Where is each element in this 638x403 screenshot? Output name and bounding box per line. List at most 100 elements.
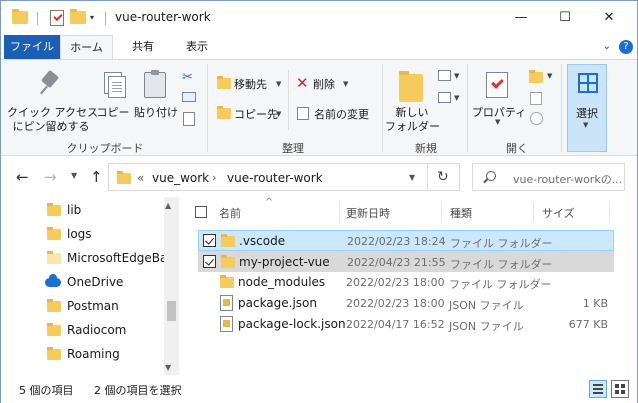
copy-button[interactable]: コピー — [95, 104, 131, 120]
breadcrumb-vue-router-work[interactable]: vue-router-work — [227, 171, 323, 185]
address-overflow[interactable]: « — [137, 171, 144, 185]
customize-quick-access-icon[interactable]: ▾ — [90, 13, 94, 22]
properties-quick-icon[interactable] — [50, 10, 64, 26]
explorer-window: ▾ vue-router-work — ☐ ✕ ファイル ホーム 共有 表示 ⌄… — [0, 0, 638, 403]
chevron-down-icon[interactable]: ▼ — [495, 118, 500, 126]
selected-count: 2 個の項目を選択 — [94, 384, 182, 397]
nav-item-onedrive[interactable]: OneDrive — [43, 271, 165, 295]
divider[interactable] — [609, 201, 610, 223]
select-label: 選択 — [576, 107, 598, 120]
paste-shortcut-icon[interactable] — [183, 112, 195, 126]
status-bar: 5 個の項目 2 個の項目を選択 — [1, 375, 637, 403]
divider — [288, 70, 289, 130]
select-button[interactable]: 選択 ▼ — [567, 64, 607, 152]
paste-button[interactable]: 貼り付け — [133, 104, 179, 120]
delete-icon[interactable]: ✕ — [296, 76, 309, 91]
nav-pane-scrollbar[interactable] — [164, 197, 179, 375]
tab-view[interactable]: 表示 — [173, 35, 221, 59]
search-box[interactable]: vue-router-workの... — [472, 163, 625, 191]
column-name[interactable]: 名前 — [219, 205, 241, 221]
close-button[interactable]: ✕ — [589, 5, 629, 31]
tab-home[interactable]: ホーム — [60, 35, 113, 59]
new-folder-button-2[interactable]: フォルダー — [385, 118, 440, 134]
new-folder-quick-icon[interactable] — [70, 9, 86, 24]
file-modified: 2022/04/23 21:55 — [347, 256, 446, 269]
chevron-down-icon[interactable]: ▼ — [409, 173, 415, 182]
copy-path-icon[interactable] — [182, 92, 196, 102]
move-to-button[interactable]: 移動先 — [234, 76, 267, 92]
chevron-down-icon[interactable]: ▼ — [276, 110, 281, 118]
file-size: 677 KB — [568, 318, 608, 331]
column-size[interactable]: サイズ — [542, 205, 575, 221]
nav-pane-scroll-thumb[interactable] — [167, 301, 176, 321]
column-header: 名前 更新日時 種類 サイズ — [185, 197, 637, 227]
pin-icon[interactable] — [39, 72, 61, 98]
open-icon[interactable] — [529, 70, 543, 83]
folder-icon — [47, 323, 61, 336]
folder-icon — [117, 171, 131, 184]
back-arrow-icon[interactable]: ← — [16, 168, 29, 186]
easy-access-icon[interactable] — [438, 92, 451, 103]
divider — [467, 64, 468, 152]
file-row-node-modules[interactable]: node_modules 2022/02/23 18:00 ファイル フォルダー — [198, 272, 614, 293]
details-view-icon[interactable] — [589, 380, 607, 398]
maximize-button[interactable]: ☐ — [545, 5, 585, 31]
chevron-down-icon[interactable]: ▼ — [547, 72, 552, 80]
divider[interactable] — [441, 201, 442, 223]
pin-to-quick-access-label-2[interactable]: にピン留めする — [7, 118, 95, 134]
nav-item-roaming[interactable]: Roaming — [43, 343, 165, 367]
edit-icon[interactable] — [530, 92, 542, 105]
divider[interactable] — [339, 201, 340, 223]
file-row-my-project-vue[interactable]: my-project-vue 2022/04/23 21:55 ファイル フォル… — [198, 251, 614, 272]
column-type[interactable]: 種類 — [450, 205, 472, 221]
paste-icon[interactable] — [144, 70, 166, 98]
address-bar[interactable]: « vue_work › vue-router-work ▼ ↻ — [108, 163, 460, 191]
history-icon[interactable] — [530, 112, 543, 125]
cut-icon[interactable]: ✂ — [182, 70, 196, 85]
properties-icon[interactable] — [486, 72, 508, 98]
delete-button[interactable]: 削除 — [313, 76, 335, 92]
forward-arrow-icon[interactable]: → — [44, 168, 57, 186]
copy-to-button[interactable]: コピー先 — [234, 106, 278, 122]
breadcrumb-vue-work[interactable]: vue_work — [152, 171, 209, 185]
refresh-icon[interactable]: ↻ — [437, 169, 449, 185]
help-icon[interactable]: ? — [619, 40, 633, 54]
select-all-checkbox[interactable] — [195, 206, 207, 218]
tab-share[interactable]: 共有 — [119, 35, 167, 59]
move-to-icon[interactable] — [217, 76, 231, 89]
file-row-vscode[interactable]: .vscode 2022/02/23 18:24 ファイル フォルダー — [198, 230, 614, 251]
recent-locations-icon[interactable]: ▼ — [71, 171, 77, 180]
search-input[interactable]: vue-router-workの... — [513, 171, 622, 187]
new-folder-icon[interactable] — [399, 71, 423, 102]
chevron-down-icon[interactable]: ▼ — [343, 80, 348, 88]
column-modified[interactable]: 更新日時 — [346, 205, 390, 221]
scroll-up-icon[interactable]: ▲ — [165, 201, 171, 210]
nav-item-radiocom[interactable]: Radiocom — [43, 319, 165, 343]
tab-file[interactable]: ファイル — [4, 35, 60, 59]
nav-item-microsoftedgebac[interactable]: MicrosoftEdgeBac — [43, 247, 174, 271]
file-modified: 2022/04/17 16:52 — [346, 318, 445, 331]
chevron-right-icon[interactable]: › — [212, 171, 216, 184]
up-arrow-icon[interactable]: ↑ — [90, 168, 103, 186]
file-row-package-lock-json[interactable]: package-lock.json 2022/04/17 16:52 JSON … — [198, 314, 614, 335]
nav-item-postman[interactable]: Postman — [43, 295, 165, 319]
scroll-down-icon[interactable]: ▼ — [165, 363, 171, 372]
chevron-down-icon[interactable]: ▼ — [454, 72, 459, 80]
rename-button[interactable]: 名前の変更 — [314, 106, 369, 122]
divider[interactable] — [533, 201, 534, 223]
chevron-down-icon[interactable]: ⌄ — [603, 41, 611, 52]
rename-icon[interactable] — [297, 107, 309, 120]
copy-to-icon[interactable] — [217, 106, 231, 119]
large-icons-view-icon[interactable] — [611, 380, 629, 398]
chevron-down-icon[interactable]: ▼ — [276, 80, 281, 88]
file-name: .vscode — [239, 234, 286, 248]
file-row-package-json[interactable]: package.json 2022/02/23 18:00 JSON ファイル … — [198, 293, 614, 314]
row-checkbox[interactable] — [203, 255, 216, 268]
new-item-icon[interactable] — [438, 70, 451, 81]
file-modified: 2022/02/23 18:00 — [346, 297, 445, 310]
chevron-down-icon[interactable]: ▼ — [454, 94, 459, 102]
nav-item-logs[interactable]: logs — [43, 223, 165, 247]
row-checkbox[interactable] — [203, 234, 216, 247]
minimize-button[interactable]: — — [501, 5, 541, 31]
nav-item-lib[interactable]: lib — [43, 199, 165, 223]
